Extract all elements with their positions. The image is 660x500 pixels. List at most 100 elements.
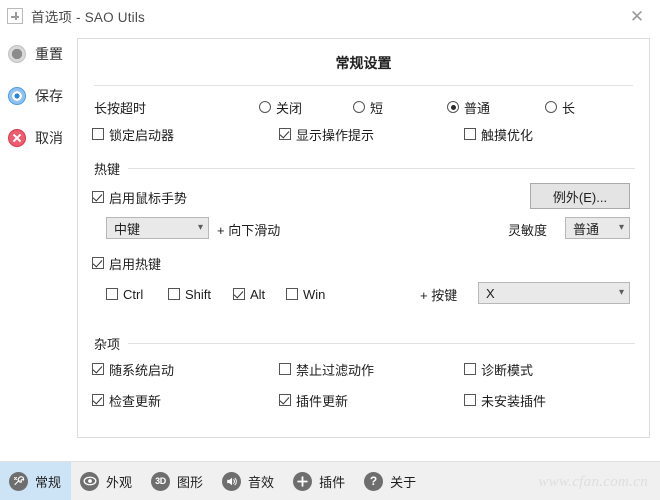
checkbox-plugin-update[interactable]: 插件更新 [279,390,348,410]
checkbox-label: 锁定启动器 [109,127,175,143]
gesture-config-row: 中键 ▾ + 向下滑动 灵敏度 普通 ▾ [78,217,651,243]
sidebar-item-save[interactable]: 保存 [8,84,77,108]
title-bar: 首选项 - SAO Utils ✕ [0,0,660,32]
radio-label: 关闭 [276,100,303,116]
radio-longpress-normal[interactable]: 普通 [447,97,490,117]
tab-about[interactable]: ? 关于 [355,462,426,500]
checkbox-indicator [279,363,291,375]
tab-plugins[interactable]: 插件 [284,462,355,500]
eye-icon [80,471,100,491]
sidebar: 重置 保存 取消 [0,32,77,437]
plus-icon [293,471,313,491]
tab-sound[interactable]: 音效 [213,462,284,500]
checkbox-win[interactable]: Win [286,283,325,305]
misc-row-2: 检查更新 插件更新 未安装插件 [78,390,651,410]
modifier-row: Ctrl Shift Alt Win + 按键 X ▾ [78,282,651,308]
tab-label: 关于 [390,474,417,490]
longpress-row: 长按超时 关闭 短 普通 长 [78,97,651,117]
tab-label: 外观 [106,474,133,490]
radio-indicator [259,101,271,113]
chevron-down-icon: ▾ [618,287,624,298]
checkbox-indicator [92,363,104,375]
checkbox-enable-hotkey[interactable]: 启用热键 [92,253,161,273]
checkbox-start-with-system[interactable]: 随系统启动 [92,359,174,379]
sidebar-item-cancel[interactable]: 取消 [8,126,77,150]
radio-longpress-long[interactable]: 长 [545,97,575,117]
gesture-button-combo[interactable]: 中键 ▾ [106,217,209,239]
checkbox-lock-launcher[interactable]: 锁定启动器 [92,124,174,144]
radio-label: 短 [370,100,384,116]
window-title: 首选项 - SAO Utils [31,10,146,25]
sensitivity-combo[interactable]: 普通 ▾ [565,217,630,239]
exception-button[interactable]: 例外(E)... [530,183,630,209]
radio-longpress-short[interactable]: 短 [353,97,383,117]
checkbox-uninstalled-plugin[interactable]: 未安装插件 [464,390,546,410]
checkbox-indicator [464,363,476,375]
checkbox-label: 禁止过滤动作 [296,362,375,378]
checkbox-indicator [92,257,104,269]
close-icon[interactable]: ✕ [614,0,660,32]
checkbox-indicator [92,128,104,140]
radio-indicator [353,101,365,113]
tab-label: 常规 [35,474,62,490]
sensitivity-label: 灵敏度 [508,222,548,238]
checkbox-shift[interactable]: Shift [168,283,211,305]
wrench-icon [9,471,28,491]
radio-label: 普通 [464,100,491,116]
checkbox-enable-gesture[interactable]: 启用鼠标手势 [92,187,187,207]
checkbox-label: 插件更新 [296,393,349,409]
radio-indicator [545,101,557,113]
checkbox-indicator [464,394,476,406]
checkbox-diagnostic-mode[interactable]: 诊断模式 [464,359,533,379]
gesture-row: 启用鼠标手势 例外(E)... [78,183,651,209]
sidebar-item-label: 重置 [35,46,63,62]
checkbox-indicator [464,128,476,140]
reset-circle-icon [8,45,26,63]
checkbox-ctrl[interactable]: Ctrl [106,283,143,305]
key-label: + 按键 [420,287,458,303]
checkbox-indicator [168,288,180,300]
tab-appearance[interactable]: 外观 [71,462,142,500]
checkbox-alt[interactable]: Alt [233,283,265,305]
checkbox-check-update[interactable]: 检查更新 [92,390,161,410]
checkbox-label: 启用热键 [109,256,162,272]
checkbox-label: 未安装插件 [481,393,547,409]
checkbox-label: 启用鼠标手势 [109,190,188,206]
radio-longpress-off[interactable]: 关闭 [259,97,302,117]
toggles-row: 锁定启动器 显示操作提示 触摸优化 [78,124,651,144]
checkbox-label: 检查更新 [109,393,162,409]
checkbox-show-tips[interactable]: 显示操作提示 [279,124,374,144]
checkbox-disable-filter-action[interactable]: 禁止过滤动作 [279,359,374,379]
checkbox-label: Win [303,286,326,302]
tab-label: 图形 [177,474,204,490]
radio-label: 长 [562,100,576,116]
tab-graphics[interactable]: 3D 图形 [142,462,213,500]
sidebar-item-reset[interactable]: 重置 [8,42,77,66]
gesture-direction-label: + 向下滑动 [217,222,281,238]
checkbox-indicator [233,288,245,300]
tab-general[interactable]: 常规 [0,462,72,500]
longpress-label: 长按超时 [94,100,147,116]
checkbox-label: Shift [185,286,212,302]
key-combo[interactable]: X ▾ [478,282,630,304]
group-divider [128,343,635,344]
radio-indicator [447,101,459,113]
checkbox-indicator [92,191,104,203]
settings-panel: 常规设置 长按超时 关闭 短 普通 长 锁定启动器 显示操作提示 触摸优化 热键… [77,38,650,438]
combo-value: X [486,285,495,301]
checkbox-label: Alt [250,286,266,302]
cancel-circle-icon [8,129,26,147]
checkbox-label: 显示操作提示 [296,127,375,143]
checkbox-indicator [286,288,298,300]
save-circle-icon [8,87,26,105]
checkbox-indicator [106,288,118,300]
plus-box-icon [7,8,23,24]
group-divider [128,168,635,169]
sidebar-item-label: 取消 [35,130,63,146]
checkbox-touch-optimize[interactable]: 触摸优化 [464,124,533,144]
checkbox-indicator [279,128,291,140]
speaker-icon [222,471,242,491]
checkbox-label: Ctrl [123,286,144,302]
chevron-down-icon: ▾ [618,222,624,233]
tab-label: 插件 [319,474,346,490]
